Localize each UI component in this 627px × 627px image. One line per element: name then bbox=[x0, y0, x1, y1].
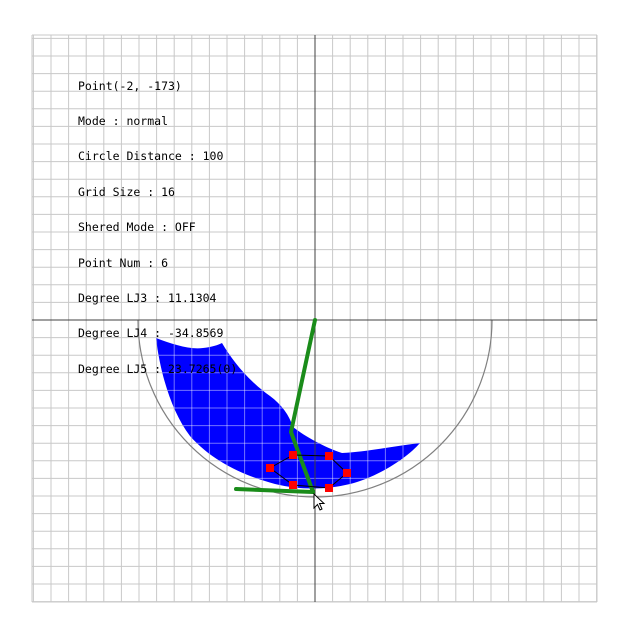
control-point-3[interactable] bbox=[325, 452, 333, 460]
control-point-1[interactable] bbox=[266, 464, 274, 472]
shered-mode-readout: Shered Mode : OFF bbox=[78, 220, 196, 235]
grid-size-readout: Grid Size : 16 bbox=[78, 184, 175, 199]
degree-lj3-readout: Degree LJ3 : 11.1304 bbox=[78, 290, 217, 305]
point-readout: Point(-2, -173) bbox=[78, 78, 182, 93]
mode-readout: Mode : normal bbox=[78, 113, 169, 128]
control-point-2[interactable] bbox=[289, 451, 297, 459]
control-point-4[interactable] bbox=[343, 469, 351, 477]
info-panel: Point(-2, -173) Mode : normal Circle Dis… bbox=[78, 57, 237, 399]
degree-lj5-readout: Degree LJ5 : 23.7265(0) bbox=[78, 361, 238, 376]
arm-link-2 bbox=[234, 487, 315, 494]
control-point-5[interactable] bbox=[325, 484, 333, 492]
control-point-6[interactable] bbox=[289, 481, 297, 489]
degree-lj4-readout: Degree LJ4 : -34.8569 bbox=[78, 326, 224, 341]
circle-distance-readout: Circle Distance : 100 bbox=[78, 149, 224, 164]
robot-arm-canvas[interactable]: Point(-2, -173) Mode : normal Circle Dis… bbox=[0, 0, 627, 627]
point-num-readout: Point Num : 6 bbox=[78, 255, 169, 270]
